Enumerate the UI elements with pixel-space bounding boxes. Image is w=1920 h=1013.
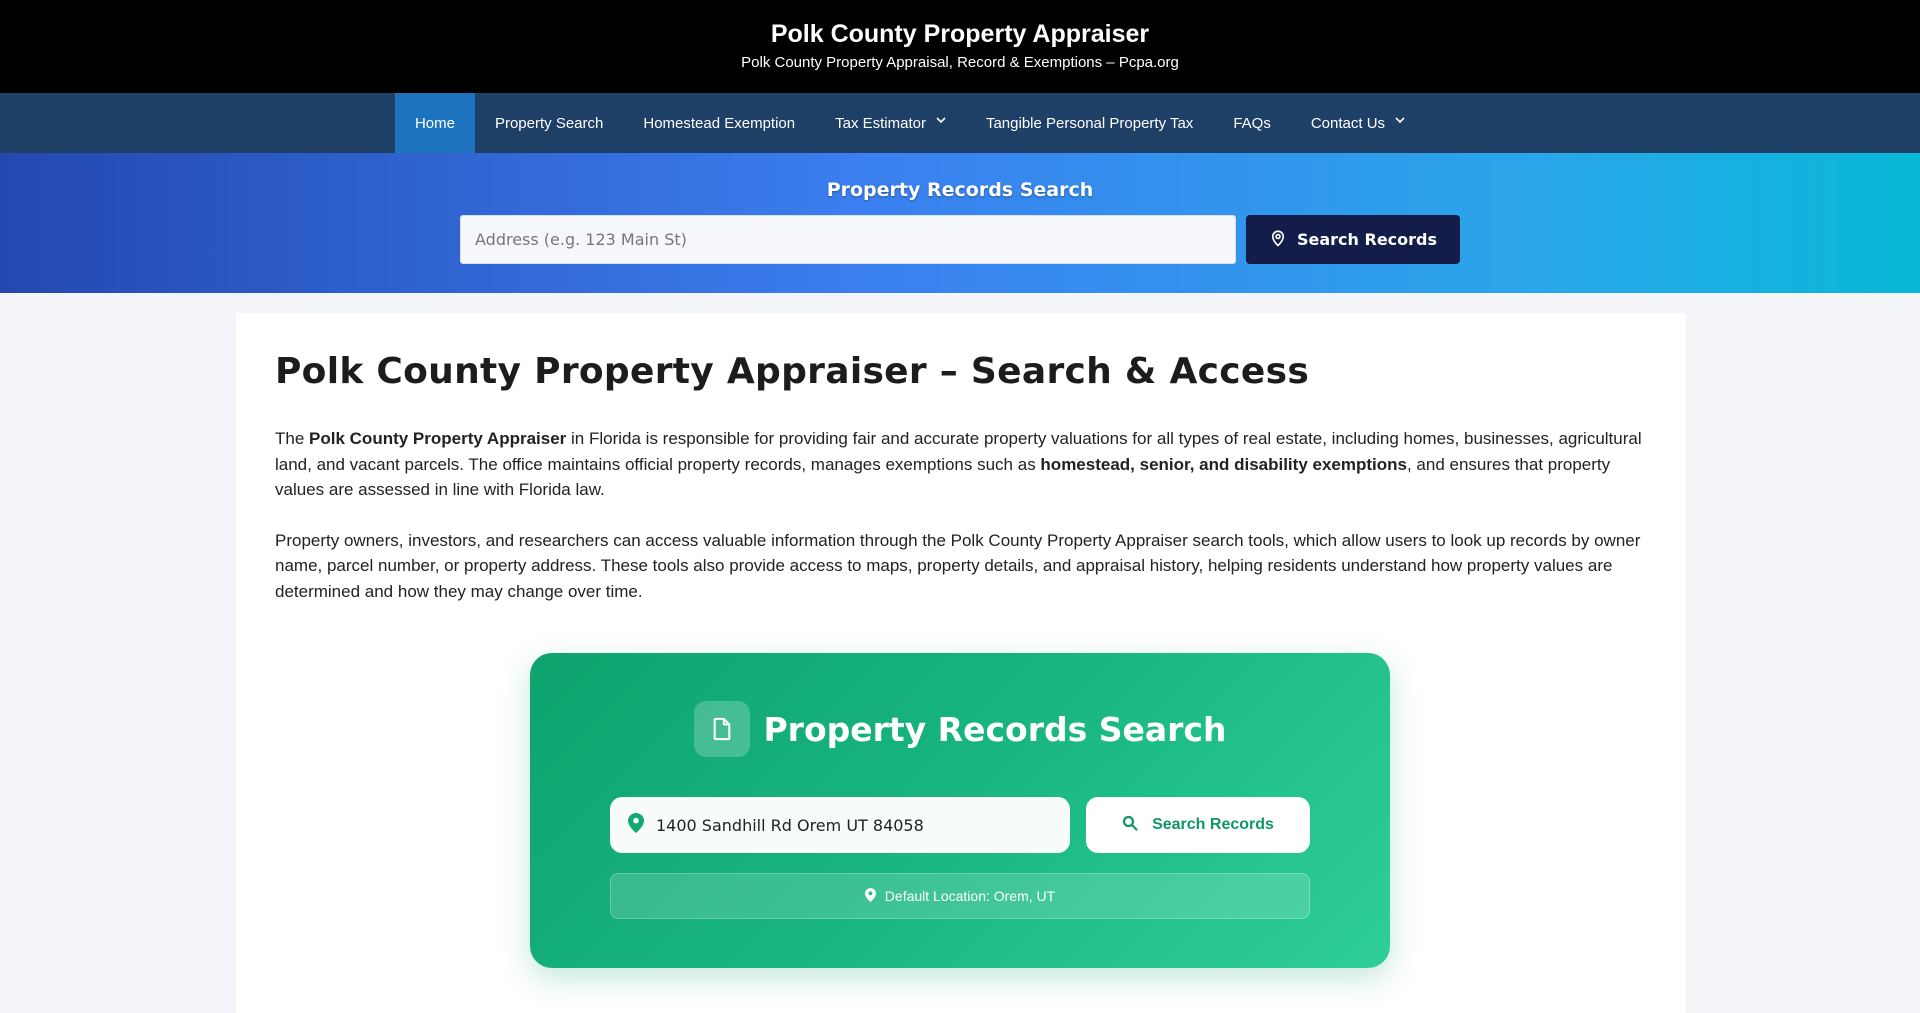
intro-text-1: The: [275, 429, 310, 448]
hero-search-button[interactable]: Search Records: [1246, 215, 1460, 264]
property-records-card: Property Records Search Search Records D…: [530, 653, 1390, 968]
document-icon: [693, 701, 750, 757]
nav-item-label: Tax Estimator: [835, 114, 926, 132]
card-header: Property Records Search: [530, 701, 1390, 757]
page-title: Polk County Property Appraiser – Search …: [275, 351, 1310, 392]
article-content: Polk County Property Appraiser – Search …: [236, 313, 1686, 1013]
map-pin-outline-icon: [1269, 229, 1287, 251]
card-address-field[interactable]: [610, 797, 1070, 853]
intro-paragraph: The Polk County Property Appraiser in Fl…: [275, 426, 1646, 503]
nav-item-label: Contact Us: [1310, 114, 1386, 132]
card-address-input[interactable]: [656, 815, 1036, 835]
default-location-text: Default Location: Orem, UT: [884, 888, 1056, 904]
hero-search-button-label: Search Records: [1296, 230, 1438, 249]
location-pin-icon: [864, 887, 876, 905]
search-icon: [1122, 815, 1138, 836]
hero-search: Property Records Search Search Records: [0, 153, 1920, 293]
site-header: Polk County Property Appraiser Polk Coun…: [0, 0, 1920, 93]
nav-item-tax-estimator[interactable]: Tax Estimator: [815, 93, 966, 153]
site-title[interactable]: Polk County Property Appraiser: [0, 20, 1920, 49]
nav-item-label: FAQs: [1233, 114, 1271, 132]
address-search-input[interactable]: [460, 215, 1236, 264]
nav-menu: Home Property Search Homestead Exemption Ta…: [394, 93, 1425, 153]
main-nav: Home Property Search Homestead Exemption Ta…: [0, 93, 1920, 153]
card-search-button-label: Search Records: [1152, 816, 1274, 833]
intro-bold-1: Polk County Property Appraiser: [309, 429, 567, 448]
hero-title: Property Records Search: [826, 179, 1094, 201]
nav-item-property-search[interactable]: Property Search: [475, 93, 623, 153]
nav-item-contact-us[interactable]: Contact Us: [1291, 93, 1425, 153]
hero-search-form: Search Records: [0, 215, 1920, 264]
card-title: Property Records Search: [763, 709, 1227, 749]
card-search-form: Search Records: [610, 797, 1390, 853]
intro-bold-2: homestead, senior, and disability exempt…: [1040, 454, 1407, 474]
nav-item-label: Home: [414, 114, 455, 132]
chevron-down-icon: [936, 116, 946, 127]
nav-item-home[interactable]: Home: [394, 93, 475, 153]
nav-item-label: Homestead Exemption: [643, 114, 796, 132]
nav-item-homestead-exemption[interactable]: Homestead Exemption: [623, 93, 815, 153]
search-tools-paragraph: Property owners, investors, and research…: [275, 530, 1641, 601]
nav-item-label: Property Search: [494, 114, 604, 132]
chevron-down-icon: [1395, 116, 1405, 127]
location-pin-icon: [628, 812, 644, 838]
site-tagline: Polk County Property Appraisal, Record &…: [741, 54, 1179, 71]
default-location-badge: Default Location: Orem, UT: [610, 873, 1310, 919]
nav-item-tangible-personal-property-tax[interactable]: Tangible Personal Property Tax: [966, 93, 1213, 153]
nav-item-faqs[interactable]: FAQs: [1213, 93, 1291, 153]
nav-item-label: Tangible Personal Property Tax: [985, 114, 1194, 132]
card-search-button[interactable]: Search Records: [1086, 797, 1310, 853]
